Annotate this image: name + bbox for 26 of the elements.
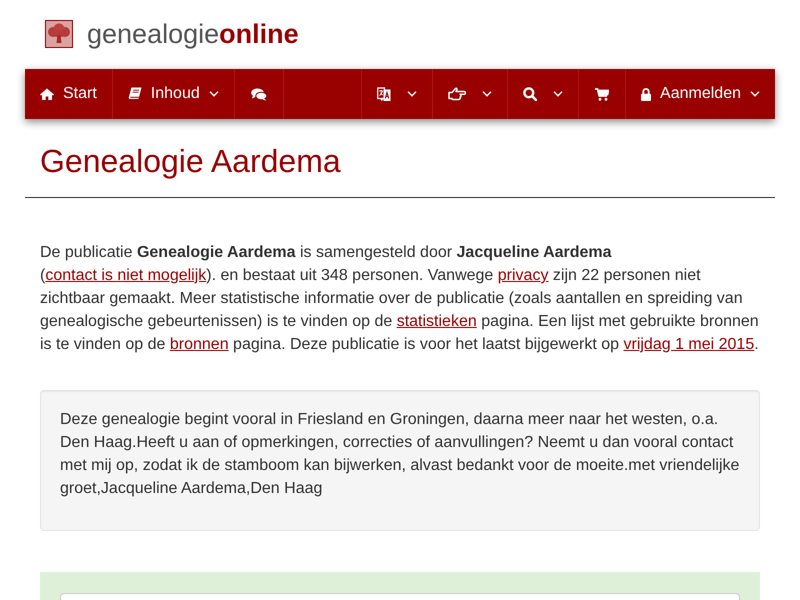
- speech-bubbles-icon: [250, 88, 267, 100]
- text-link[interactable]: vrijdag 1 mei 2015: [623, 336, 754, 353]
- translate-icon: [377, 86, 392, 102]
- page-title: Genealogie Aardema: [40, 144, 342, 179]
- text-link[interactable]: statistieken: [396, 313, 477, 330]
- home-icon: [40, 88, 54, 100]
- cart-icon: [595, 88, 610, 100]
- text-link[interactable]: privacy: [498, 267, 548, 284]
- lock-icon: [641, 88, 652, 100]
- nav-menu-item[interactable]: Start: [25, 69, 113, 119]
- text-link[interactable]: bronnen: [170, 336, 229, 353]
- nav-menu-item[interactable]: Aanmelden: [625, 69, 775, 119]
- book-icon: [128, 87, 142, 101]
- description-text: Deze genealogie begint vooral in Friesland en Groningen, daarna meer naar het westen, o.a. Den Haag.Heeft u aan of opmerkingen, correcties of aanvullingen? Neemt u dan vooral contact met mij op, zodat ik de stamboom kan bijwerken, alvast bedankt voor de moeite.met vriendelijke groet,Jacqueline Aardema,Den Haag: [60, 410, 740, 499]
- text-link[interactable]: contact is niet mogelijk: [45, 267, 206, 284]
- nav-menu-item[interactable]: [578, 69, 626, 119]
- nav-menu-item[interactable]: [507, 69, 578, 119]
- nav-menu-item[interactable]: [234, 69, 284, 119]
- search-icon: [523, 87, 538, 101]
- nav-menu-item[interactable]: Inhoud: [112, 69, 235, 119]
- intro-paragraph: De publicatie Genealogie Aardema is samengesteld door Jacqueline Aardema (contact is niet mogelijk). en bestaat uit 348 personen. Vanwege privacy zijn 22 personen niet zichtbaar gemaakt. Meer statistische informatie over de publicatie (zoals aantallen en spreiding van genealogische gebeurtenissen) is te vinden op de statistieken pagina. Een lijst met gebruikte bronnen is te vinden op de bronnen pagina. Deze publicatie is voor het laatst bijgewerkt op vrijdag 1 mei 2015.: [40, 243, 760, 355]
- nav-menu-item[interactable]: [361, 69, 432, 119]
- site-logo-text[interactable]: genealogieonline: [87, 20, 299, 48]
- pointing-hand-icon: [448, 87, 466, 101]
- nav-menu-item[interactable]: [432, 69, 508, 119]
- tree-logo-icon[interactable]: [45, 20, 73, 48]
